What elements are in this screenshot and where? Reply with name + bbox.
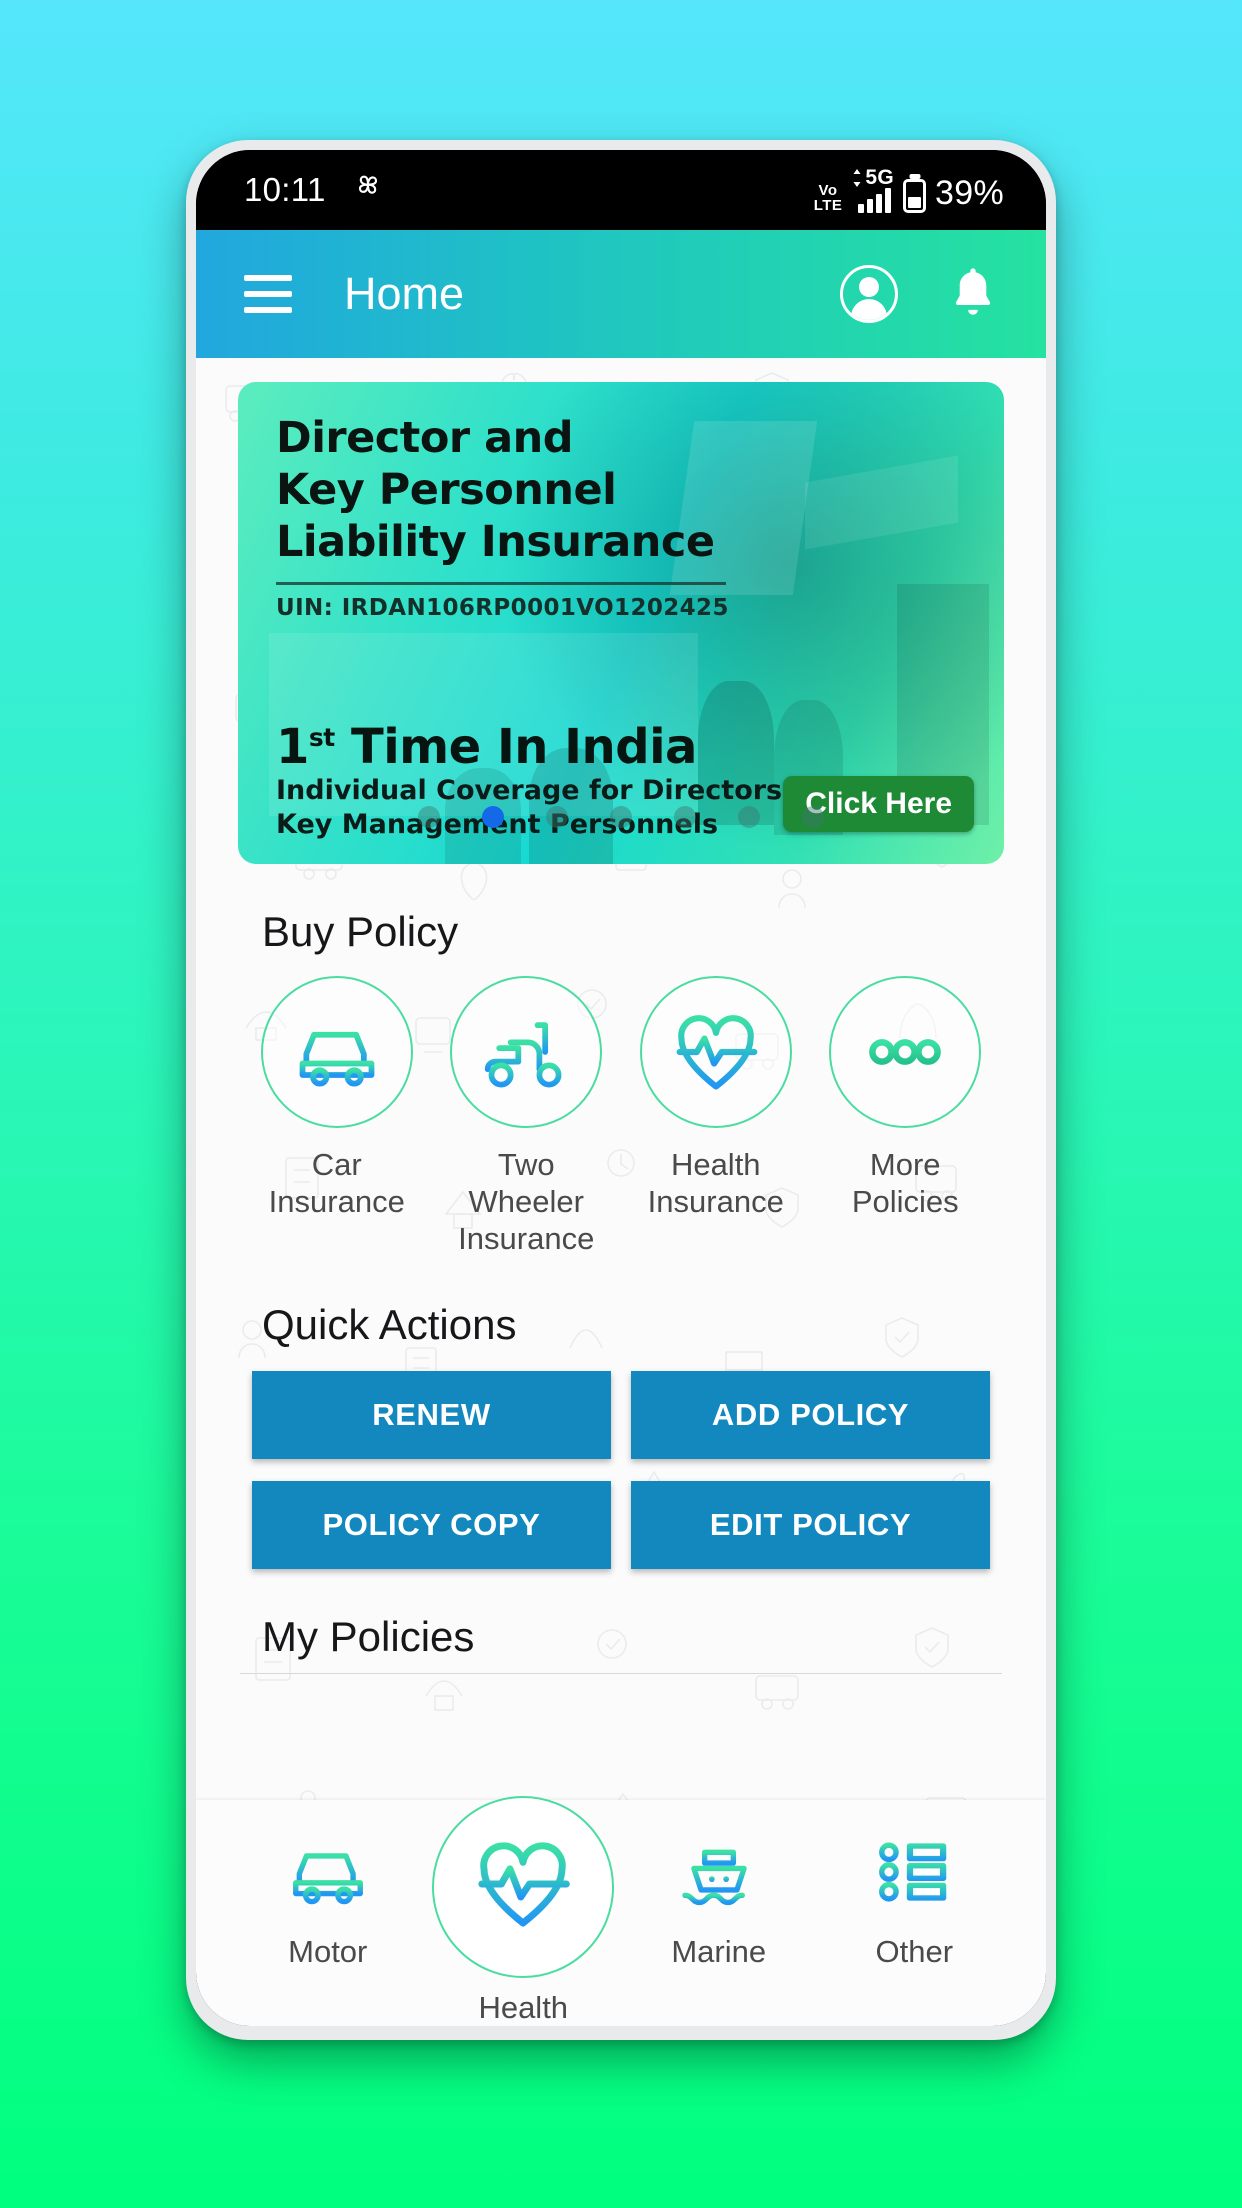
account-profile-icon[interactable] [840, 265, 898, 323]
edit-policy-button[interactable]: EDIT POLICY [631, 1481, 990, 1569]
ship-icon [676, 1818, 762, 1926]
bell-notification-icon[interactable] [944, 263, 1002, 326]
carousel-dot-active[interactable] [482, 806, 504, 828]
hamburger-menu-icon[interactable] [244, 275, 292, 313]
my-policies-divider [240, 1673, 1002, 1674]
status-bar: 10:11 Vo LTE 5G 39% [196, 150, 1046, 230]
car-icon [260, 976, 413, 1128]
status-bar-left: 10:11 [244, 170, 384, 210]
carousel-dot[interactable] [802, 806, 824, 828]
bottom-navigation-bar: Motor Health Marine Other [196, 1796, 1046, 2026]
phone-device-frame: 10:11 Vo LTE 5G 39% Home Director and Ke… [186, 140, 1056, 2040]
carousel-dot[interactable] [546, 806, 568, 828]
carousel-dots[interactable] [238, 806, 1004, 828]
phone-screen: 10:11 Vo LTE 5G 39% Home Director and Ke… [196, 150, 1046, 2026]
heart-pulse-icon [639, 976, 792, 1128]
carousel-dot[interactable] [418, 806, 440, 828]
app-bar-actions [840, 263, 1002, 326]
battery-percent-label: 39% [935, 174, 1004, 212]
banner-divider [276, 582, 726, 585]
banner-heading-line-2: Key Personnel [276, 465, 617, 515]
network-type-label: 5G [865, 166, 895, 189]
ellipsis-icon [829, 976, 982, 1128]
add-policy-button[interactable]: ADD POLICY [631, 1371, 990, 1459]
carousel-dot[interactable] [610, 806, 632, 828]
battery-icon [903, 179, 927, 213]
nav-label-health: Health [478, 1990, 569, 2025]
buy-policy-item-more[interactable]: More Policies [811, 976, 1001, 1257]
buy-policy-label-more: More Policies [851, 1147, 959, 1219]
buy-policy-section-title: Buy Policy [262, 908, 459, 955]
heart-pulse-icon [471, 1818, 575, 1950]
app-bar: Home [196, 230, 1046, 358]
banner-heading-line-3: Liability Insurance [276, 517, 715, 567]
promo-banner-slide[interactable]: Director and Key Personnel Liability Ins… [238, 382, 1004, 864]
buy-policy-item-car[interactable]: Car Insurance [242, 976, 432, 1257]
nav-label-other: Other [875, 1934, 954, 1969]
signal-bars-icon [857, 188, 891, 213]
buy-policy-grid: Car Insurance Two Wheeler Insurance Heal… [196, 976, 1046, 1257]
nav-item-marine[interactable]: Marine [621, 1818, 817, 1970]
my-policies-section-title: My Policies [262, 1613, 475, 1660]
banner-tagline-superscript: st [308, 723, 335, 752]
carousel-dot[interactable] [738, 806, 760, 828]
banner-tagline-rest: Time In India [334, 719, 697, 775]
promo-banner-carousel[interactable]: Director and Key Personnel Liability Ins… [238, 382, 1004, 864]
nav-item-health[interactable]: Health [426, 1796, 622, 2026]
banner-heading-line-1: Director and [276, 413, 573, 463]
quick-actions-section-title: Quick Actions [262, 1301, 517, 1348]
nav-label-motor: Motor [288, 1934, 368, 1969]
page-title: Home [344, 268, 465, 319]
banner-tagline: 1st Time In India [276, 711, 980, 774]
status-bar-right: Vo LTE 5G 39% [814, 167, 1004, 213]
nav-item-other[interactable]: Other [817, 1818, 1013, 1970]
buy-policy-item-health[interactable]: Health Insurance [621, 976, 811, 1257]
buy-policy-label-health: Health Insurance [647, 1147, 784, 1219]
list-icon [871, 1818, 957, 1926]
buy-policy-label-car: Car Insurance [268, 1147, 405, 1219]
car-icon [285, 1818, 371, 1926]
buy-policy-item-two-wheeler[interactable]: Two Wheeler Insurance [432, 976, 622, 1257]
banner-heading-block: Director and Key Personnel Liability Ins… [276, 412, 974, 621]
banner-tagline-number: 1 [276, 719, 309, 775]
scooter-icon [450, 976, 603, 1128]
nav-label-marine: Marine [671, 1934, 767, 1969]
buy-policy-label-two-wheeler: Two Wheeler Insurance [458, 1147, 595, 1256]
quick-actions-grid: RENEW ADD POLICY POLICY COPY EDIT POLICY [196, 1371, 1046, 1569]
main-content-scroll[interactable]: Director and Key Personnel Liability Ins… [196, 358, 1046, 1800]
carousel-dot[interactable] [674, 806, 696, 828]
renew-button[interactable]: RENEW [252, 1371, 611, 1459]
signal-strength-icon: 5G [851, 167, 894, 213]
photos-pinwheel-icon [352, 170, 384, 210]
volte-icon: Vo LTE [813, 182, 843, 214]
banner-uin-label: UIN: IRDAN106RP0001VO1202425 [276, 595, 729, 621]
policy-copy-button[interactable]: POLICY COPY [252, 1481, 611, 1569]
nav-item-motor[interactable]: Motor [230, 1818, 426, 1970]
status-time: 10:11 [244, 171, 326, 208]
